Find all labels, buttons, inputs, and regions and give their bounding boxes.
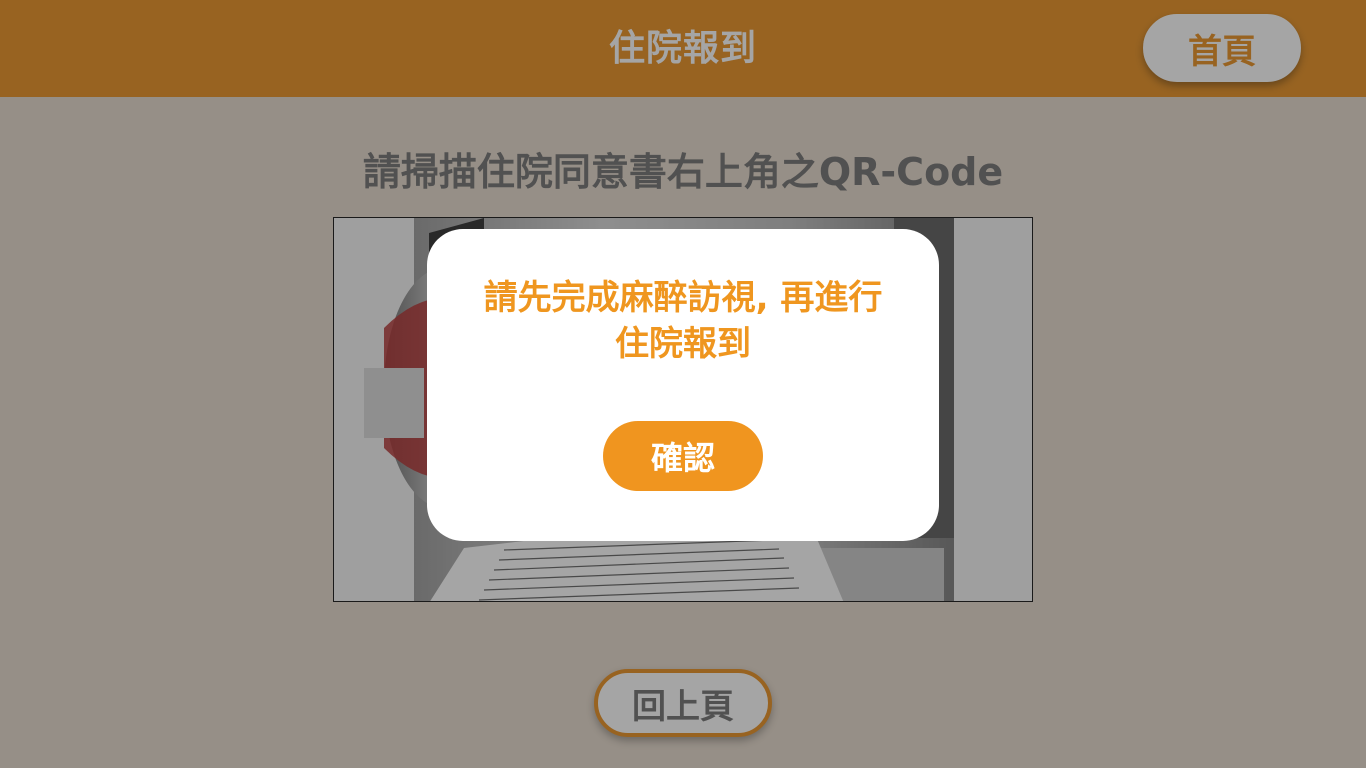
dialog-message-line-2: 住院報到 <box>615 324 751 364</box>
dialog-message: 請先完成麻醉訪視, 再進行 住院報到 <box>447 275 919 367</box>
alert-dialog: 請先完成麻醉訪視, 再進行 住院報到 確認 <box>427 229 939 541</box>
confirm-button[interactable]: 確認 <box>603 421 763 491</box>
dialog-message-line-1: 請先完成麻醉訪視, 再進行 <box>483 278 883 318</box>
